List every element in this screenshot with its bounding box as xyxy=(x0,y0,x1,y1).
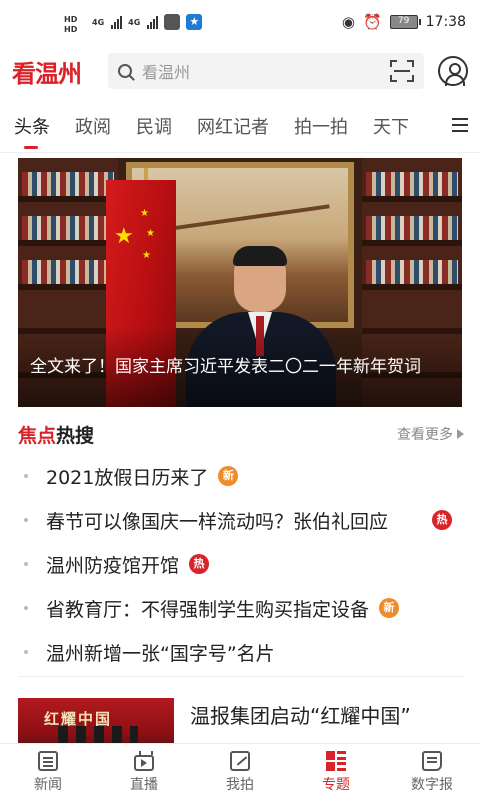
tab-mindiao[interactable]: 民调 xyxy=(136,113,172,139)
network-label-2: 4G xyxy=(128,17,141,27)
hd-top-label: HD xyxy=(64,15,78,24)
hot-item-text: 春节可以像国庆一样流动吗？张伯礼回应 xyxy=(46,510,389,533)
nav-label: 数字报 xyxy=(411,776,453,793)
hot-item-4[interactable]: 省教育厅：不得强制学生购买指定设备 新 xyxy=(18,586,464,630)
shoot-icon xyxy=(230,750,250,771)
epaper-icon xyxy=(422,750,442,771)
hot-title-black: 热搜 xyxy=(56,424,95,447)
hot-item-3[interactable]: 温州防疫馆开馆 热 xyxy=(18,542,464,586)
hot-badge: 热 xyxy=(189,554,210,574)
search-placeholder: 看温州 xyxy=(142,63,191,82)
eye-icon: ◉ xyxy=(341,13,355,31)
books xyxy=(22,260,114,284)
notification-star-icon: ★ xyxy=(186,14,203,30)
bullet xyxy=(24,518,28,522)
books xyxy=(366,260,458,284)
new-badge: 新 xyxy=(379,598,400,618)
hd-bottom-label: HD xyxy=(64,25,78,34)
hot-search-list: 2021放假日历来了 新 春节可以像国庆一样流动吗？张伯礼回应 热 温州防疫馆开… xyxy=(18,454,464,674)
books xyxy=(366,172,458,196)
hot-item-text: 温州新增一张“国字号”名片 xyxy=(46,642,275,665)
nav-topic[interactable]: 专题 xyxy=(288,744,384,800)
signal-icon-2 xyxy=(147,15,159,29)
user-profile-icon[interactable] xyxy=(438,56,468,86)
article-card[interactable]: 红耀中国 温报集团启动“红耀中国” xyxy=(18,694,464,744)
hot-item-text: 温州防疫馆开馆 xyxy=(46,554,180,577)
battery-icon: 79 xyxy=(389,15,421,29)
nav-news[interactable]: 新闻 xyxy=(0,744,96,800)
tab-zhengyue[interactable]: 政阅 xyxy=(75,113,111,139)
tab-paiyipai[interactable]: 拍一拍 xyxy=(294,113,348,139)
topic-icon xyxy=(326,750,346,771)
nav-label: 专题 xyxy=(322,776,350,793)
nav-live[interactable]: 直播 xyxy=(96,744,192,800)
app-logo: 看温州 xyxy=(12,58,82,88)
view-more-link[interactable]: 查看更多 xyxy=(397,424,464,444)
channel-menu-icon[interactable] xyxy=(452,118,468,132)
nav-label: 新闻 xyxy=(34,776,62,793)
tabs-divider xyxy=(0,152,480,153)
channel-tabs: 头条 政阅 民调 网红记者 拍一拍 天下 xyxy=(0,104,480,149)
article-title: 温报集团启动“红耀中国” xyxy=(190,704,411,728)
hot-item-2[interactable]: 春节可以像国庆一样流动吗？张伯礼回应 热 xyxy=(18,498,464,542)
signal-icon-1 xyxy=(111,15,123,29)
tab-wanghong-reporter[interactable]: 网红记者 xyxy=(197,113,269,139)
hot-item-1[interactable]: 2021放假日历来了 新 xyxy=(18,454,464,498)
new-badge: 新 xyxy=(218,466,239,486)
article-thumbnail: 红耀中国 xyxy=(18,698,174,744)
clock-time: 17:38 xyxy=(425,14,466,30)
hot-badge: 热 xyxy=(432,510,452,530)
bullet xyxy=(24,606,28,610)
section-divider xyxy=(18,676,464,677)
search-icon xyxy=(118,64,132,78)
live-icon xyxy=(134,750,154,771)
hot-search-title: 焦点热搜 xyxy=(18,421,94,448)
hero-caption: 全文来了！国家主席习近平发表二〇二一年新年贺词 xyxy=(30,357,421,377)
hot-title-red: 焦点 xyxy=(18,424,57,447)
books xyxy=(366,216,458,240)
hd-indicator: HD HD xyxy=(64,15,77,35)
bullet xyxy=(24,650,28,654)
books xyxy=(22,216,114,240)
chevron-right-icon xyxy=(457,429,464,439)
hot-item-text: 省教育厅：不得强制学生购买指定设备 xyxy=(46,598,370,621)
nav-epaper[interactable]: 数字报 xyxy=(384,744,480,800)
books xyxy=(22,172,114,196)
nav-label: 我拍 xyxy=(226,776,254,793)
network-label-1: 4G xyxy=(92,17,105,27)
scan-icon[interactable] xyxy=(390,60,414,82)
notification-app-icon xyxy=(164,14,181,30)
app-header: 看温州 看温州 xyxy=(0,44,480,98)
news-icon xyxy=(38,750,58,771)
bullet xyxy=(24,562,28,566)
bottom-nav: 新闻 直播 我拍 专题 数字报 xyxy=(0,744,480,800)
nav-shoot[interactable]: 我拍 xyxy=(192,744,288,800)
hero-banner[interactable]: ★ ★ ★ ★ 全文来了！国家主席习近平发表二〇二一年新年贺词 xyxy=(18,158,462,407)
search-bar[interactable]: 看温州 xyxy=(108,53,424,89)
bullet xyxy=(24,474,28,478)
alarm-icon: ⏰ xyxy=(362,13,382,31)
status-bar: HD HD 4G 4G ★ ◉ ⏰ 79 17:38 xyxy=(0,0,480,44)
hot-search-header: 焦点热搜 查看更多 xyxy=(18,420,464,448)
tab-toutiao[interactable]: 头条 xyxy=(14,113,50,149)
view-more-label: 查看更多 xyxy=(397,427,453,443)
tab-tianxia[interactable]: 天下 xyxy=(373,113,409,139)
nav-label: 直播 xyxy=(130,776,158,793)
hot-item-text: 2021放假日历来了 xyxy=(46,466,209,489)
hot-item-5[interactable]: 温州新增一张“国字号”名片 xyxy=(18,630,464,674)
